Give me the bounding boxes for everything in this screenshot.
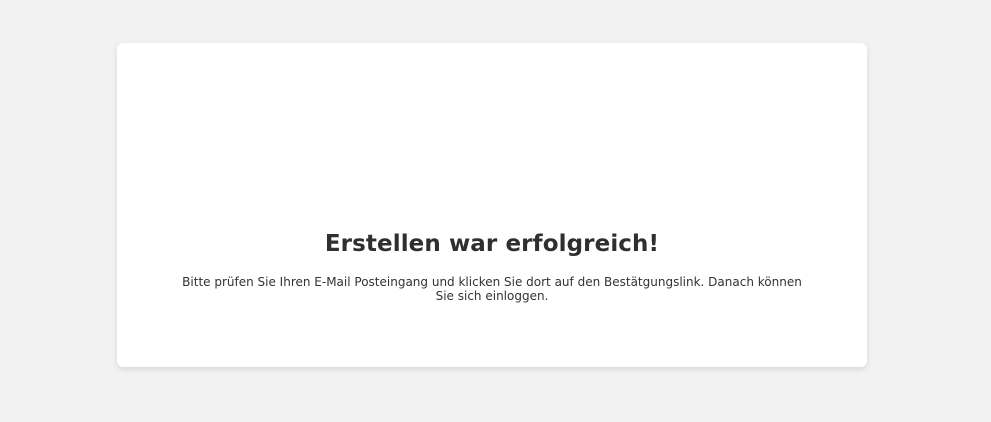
page: Erstellen war erfolgreich! Bitte prüfen …: [0, 0, 991, 422]
success-illustration-area: [117, 43, 867, 223]
success-card: Erstellen war erfolgreich! Bitte prüfen …: [117, 43, 867, 367]
success-title: Erstellen war erfolgreich!: [324, 231, 660, 257]
confirmation-message: Bitte prüfen Sie Ihren E-Mail Posteingan…: [182, 275, 802, 303]
